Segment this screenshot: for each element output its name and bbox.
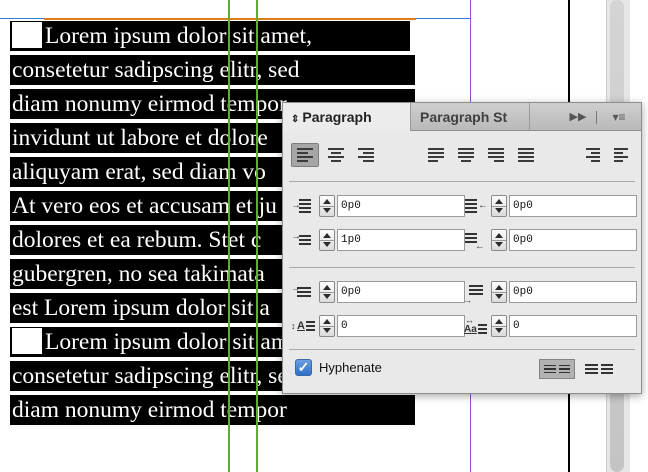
align-away-from-spine-icon[interactable] bbox=[609, 143, 637, 167]
align-left-icon[interactable] bbox=[291, 143, 319, 167]
space-after-icon: → bbox=[463, 282, 489, 305]
drop-cap-characters-input[interactable]: 0 bbox=[509, 315, 637, 337]
space-before-icon: → bbox=[291, 282, 317, 304]
align-to-baseline-grid-icon[interactable] bbox=[581, 359, 617, 379]
first-line-indent-stepper[interactable] bbox=[319, 229, 335, 251]
text-line[interactable]: consetetur sadipscing elitr, sed bbox=[10, 55, 415, 85]
collapse-arrows-icon[interactable]: ⇕ bbox=[291, 114, 299, 125]
drop-cap-characters-stepper[interactable] bbox=[491, 315, 507, 337]
first-line-indent-field: → 1p0 bbox=[291, 227, 471, 253]
panel-divider bbox=[289, 349, 635, 350]
left-indent-stepper[interactable] bbox=[319, 195, 335, 217]
space-before-stepper[interactable] bbox=[319, 281, 335, 303]
align-towards-spine-icon[interactable] bbox=[581, 143, 609, 167]
justify-right-icon[interactable] bbox=[483, 143, 511, 167]
right-indent-field: ← 0p0 bbox=[463, 193, 641, 219]
last-line-right-indent-input[interactable]: 0p0 bbox=[509, 229, 637, 251]
column-guide-right[interactable] bbox=[256, 0, 258, 472]
text-selection-gap bbox=[12, 328, 42, 354]
justify-left-icon[interactable] bbox=[423, 143, 451, 167]
drop-cap-characters-field: ↔ Aa 0 bbox=[463, 313, 641, 339]
justify-center-icon[interactable] bbox=[453, 143, 481, 167]
text-selection-gap bbox=[12, 22, 42, 48]
space-after-input[interactable]: 0p0 bbox=[509, 281, 637, 303]
panel-divider bbox=[289, 267, 635, 268]
paragraph-panel: ⇕Paragraph Paragraph St ▶▶ ▾≡ → 0p0 ← 0 bbox=[282, 102, 642, 394]
space-before-field: → 0p0 bbox=[291, 279, 471, 305]
space-after-stepper[interactable] bbox=[491, 281, 507, 303]
double-chevron-right-icon[interactable]: ▶▶ bbox=[563, 103, 593, 131]
drop-cap-lines-stepper[interactable] bbox=[319, 315, 335, 337]
right-indent-stepper[interactable] bbox=[491, 195, 507, 217]
panel-divider bbox=[289, 181, 635, 182]
panel-menu-icon[interactable]: ▾≡ bbox=[601, 103, 637, 131]
hyphenate-checkbox[interactable]: ✓ bbox=[295, 359, 312, 376]
baseline-guide bbox=[44, 18, 416, 20]
tab-paragraph-styles[interactable]: Paragraph St bbox=[412, 103, 530, 131]
panel-tab-bar: ⇕ Paragraph Paragraph St ▶▶ ▾≡ bbox=[283, 103, 641, 131]
right-indent-icon: ← bbox=[463, 196, 489, 218]
column-guide-left[interactable] bbox=[228, 0, 230, 472]
tab-paragraph[interactable]: ⇕ Paragraph bbox=[283, 103, 411, 131]
last-line-right-indent-icon: ← bbox=[463, 230, 489, 252]
left-indent-icon: → bbox=[291, 196, 317, 218]
drop-cap-lines-icon: ↕ A bbox=[291, 316, 317, 338]
left-indent-field: → 0p0 bbox=[291, 193, 471, 219]
align-center-icon[interactable] bbox=[323, 143, 351, 167]
space-after-field: → 0p0 bbox=[463, 279, 641, 305]
justify-all-icon[interactable] bbox=[513, 143, 541, 167]
text-line[interactable]: Lorem ipsum dolor sit amet, bbox=[10, 21, 410, 51]
drop-cap-lines-field: ↕ A 0 bbox=[291, 313, 471, 339]
text-line[interactable]: diam nonumy eirmod tempor bbox=[10, 395, 415, 425]
last-line-right-indent-stepper[interactable] bbox=[491, 229, 507, 251]
alignment-row bbox=[291, 143, 637, 167]
align-right-icon[interactable] bbox=[353, 143, 381, 167]
first-line-indent-icon: → bbox=[291, 230, 317, 252]
right-indent-input[interactable]: 0p0 bbox=[509, 195, 637, 217]
tab-separator bbox=[596, 111, 597, 124]
first-line-indent-input[interactable]: 1p0 bbox=[337, 229, 465, 251]
left-indent-input[interactable]: 0p0 bbox=[337, 195, 465, 217]
space-before-input[interactable]: 0p0 bbox=[337, 281, 465, 303]
drop-cap-lines-input[interactable]: 0 bbox=[337, 315, 465, 337]
drop-cap-characters-icon: ↔ Aa bbox=[463, 315, 489, 338]
do-not-align-to-baseline-grid-icon[interactable] bbox=[539, 359, 575, 379]
last-line-right-indent-field: ← 0p0 bbox=[463, 227, 641, 253]
hyphenate-label: Hyphenate bbox=[319, 360, 382, 375]
